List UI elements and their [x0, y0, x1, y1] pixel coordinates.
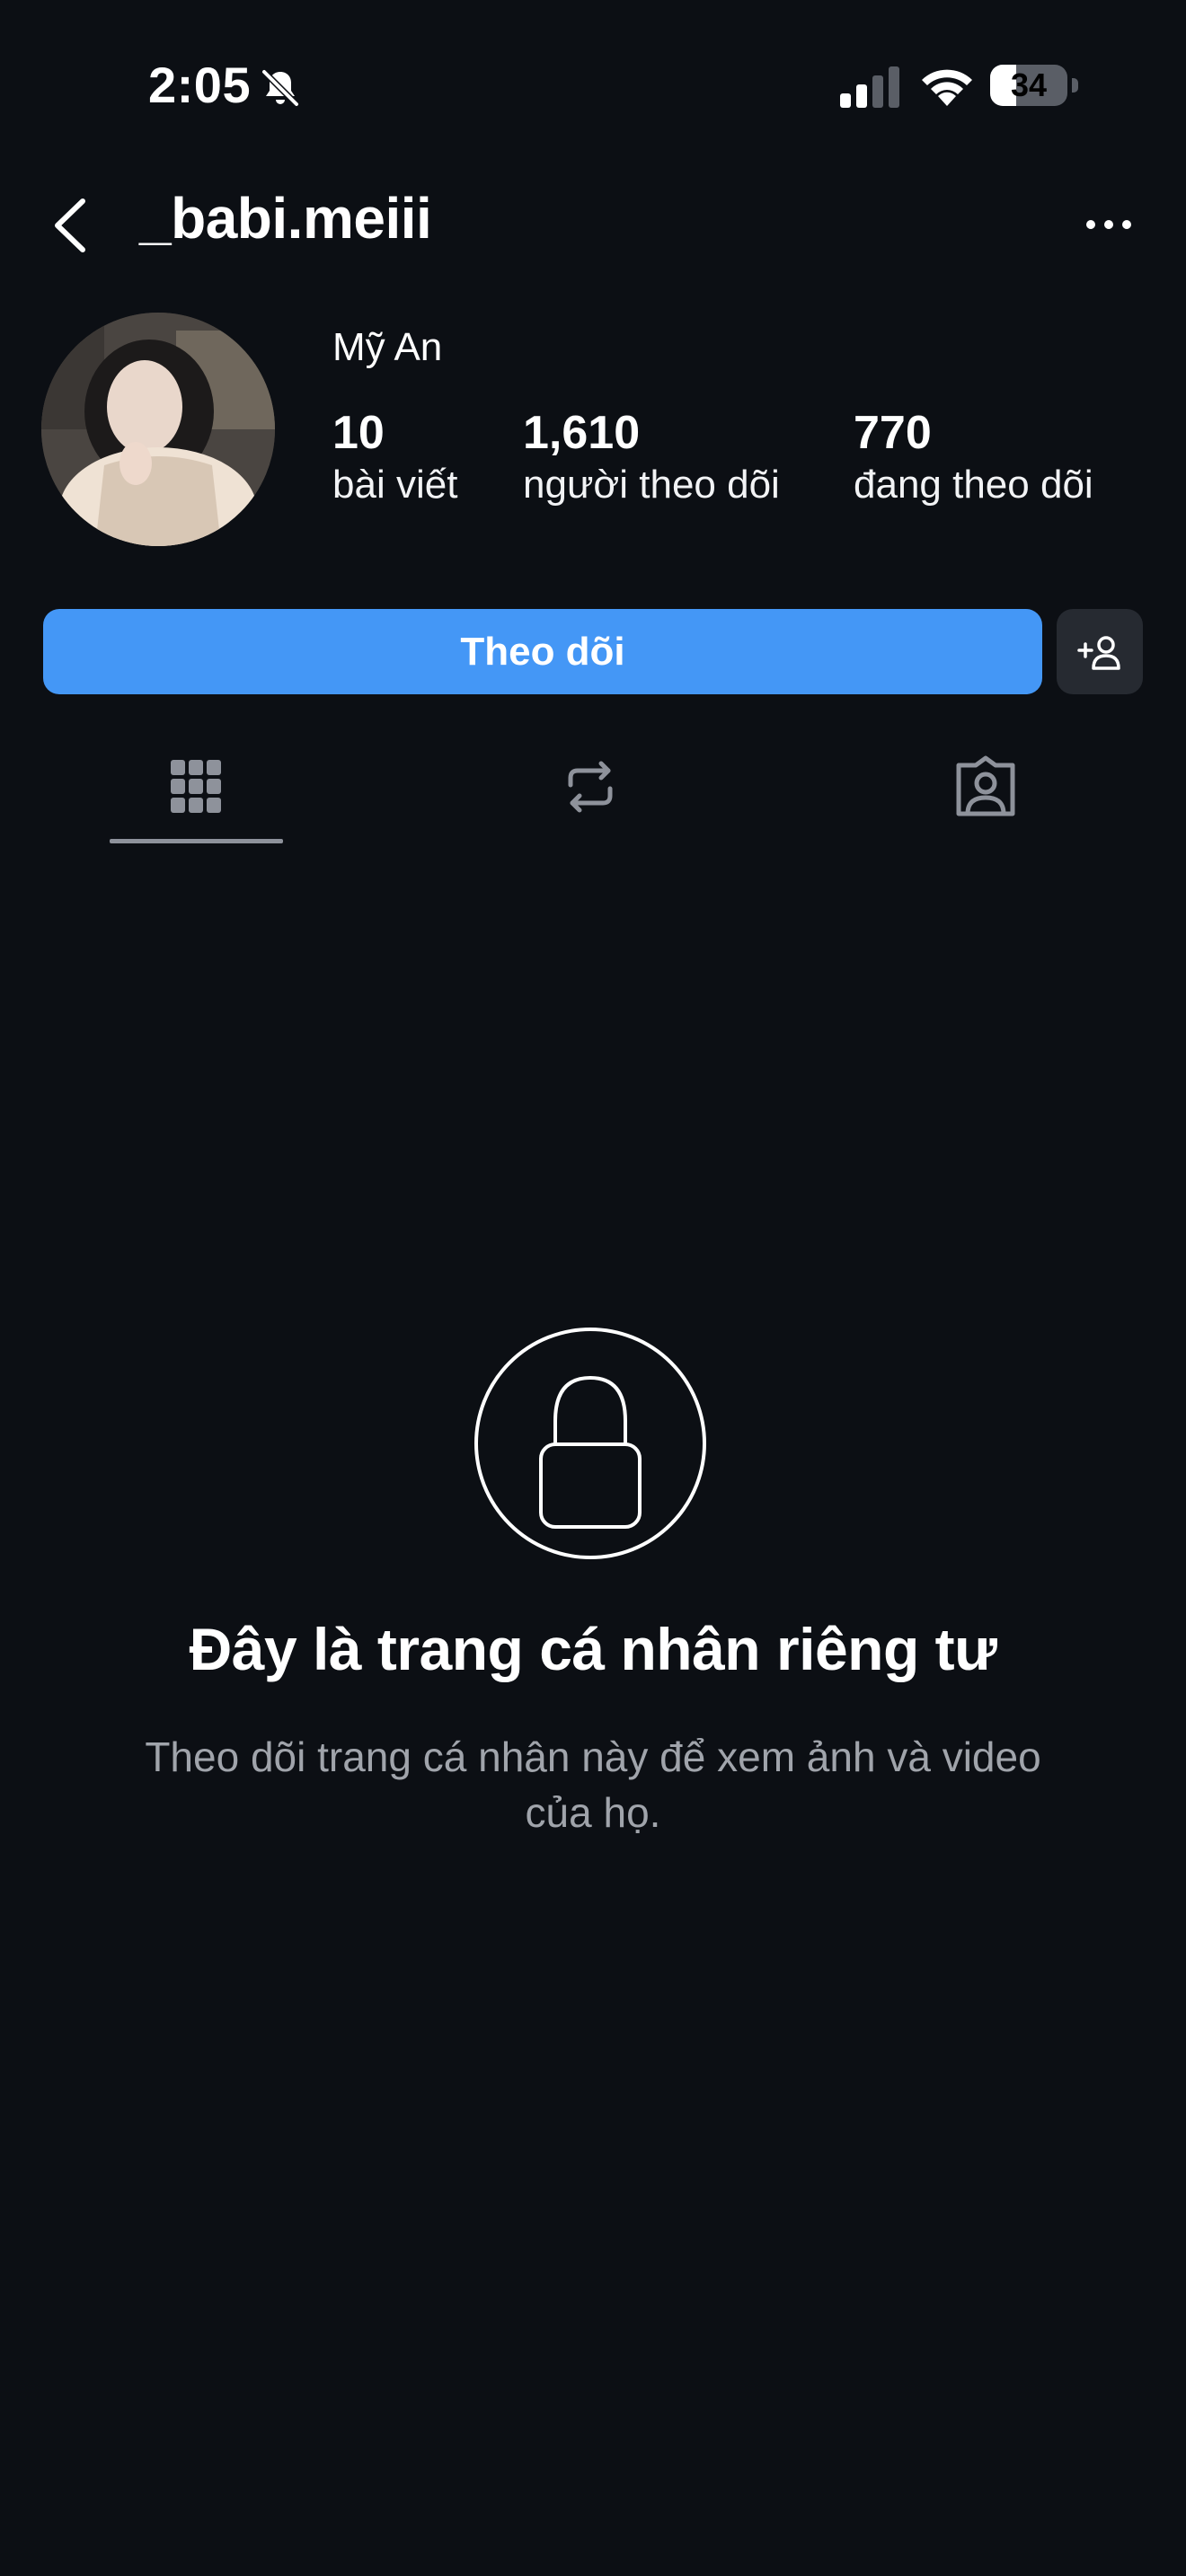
battery-level: 34	[1010, 66, 1048, 103]
stat-value: 10	[332, 407, 385, 459]
add-person-icon	[1077, 635, 1120, 670]
profile-username: _babi.meiii	[139, 186, 432, 251]
repost-icon[interactable]	[556, 753, 624, 821]
followers-count[interactable]: 1,610 người theo dõi	[523, 406, 780, 510]
avatar-photo	[41, 313, 275, 546]
stat-label: đang theo dõi	[854, 463, 1093, 507]
following-count[interactable]: 770 đang theo dõi	[854, 406, 1093, 510]
display-name: Mỹ An	[332, 325, 443, 369]
stat-value: 1,610	[523, 407, 641, 459]
follow-button[interactable]: Theo dõi	[43, 609, 1042, 694]
lock-icon	[474, 1328, 706, 1559]
avatar[interactable]	[41, 313, 275, 546]
chevron-left-icon[interactable]	[47, 196, 93, 255]
grid-icon[interactable]	[162, 753, 230, 821]
wifi-icon	[922, 69, 972, 106]
more-horizontal-icon[interactable]	[1082, 205, 1136, 244]
tagged-icon[interactable]	[951, 753, 1020, 821]
stat-label: người theo dõi	[523, 463, 780, 507]
posts-count[interactable]: 10 bài viết	[332, 406, 457, 510]
status-time: 2:05	[148, 57, 252, 113]
battery-icon: 34	[990, 65, 1078, 108]
suggested-accounts-button[interactable]	[1057, 609, 1143, 694]
stat-value: 770	[854, 407, 932, 459]
bell-slash-icon	[261, 69, 299, 107]
cellular-signal-icon	[840, 66, 899, 108]
stat-label: bài viết	[332, 463, 458, 507]
private-account-description: Theo dõi trang cá nhân này để xem ảnh và…	[145, 1734, 1041, 1836]
tab-selected-indicator	[110, 839, 283, 843]
private-account-title: Đây là trang cá nhân riêng tư	[189, 1616, 997, 1682]
